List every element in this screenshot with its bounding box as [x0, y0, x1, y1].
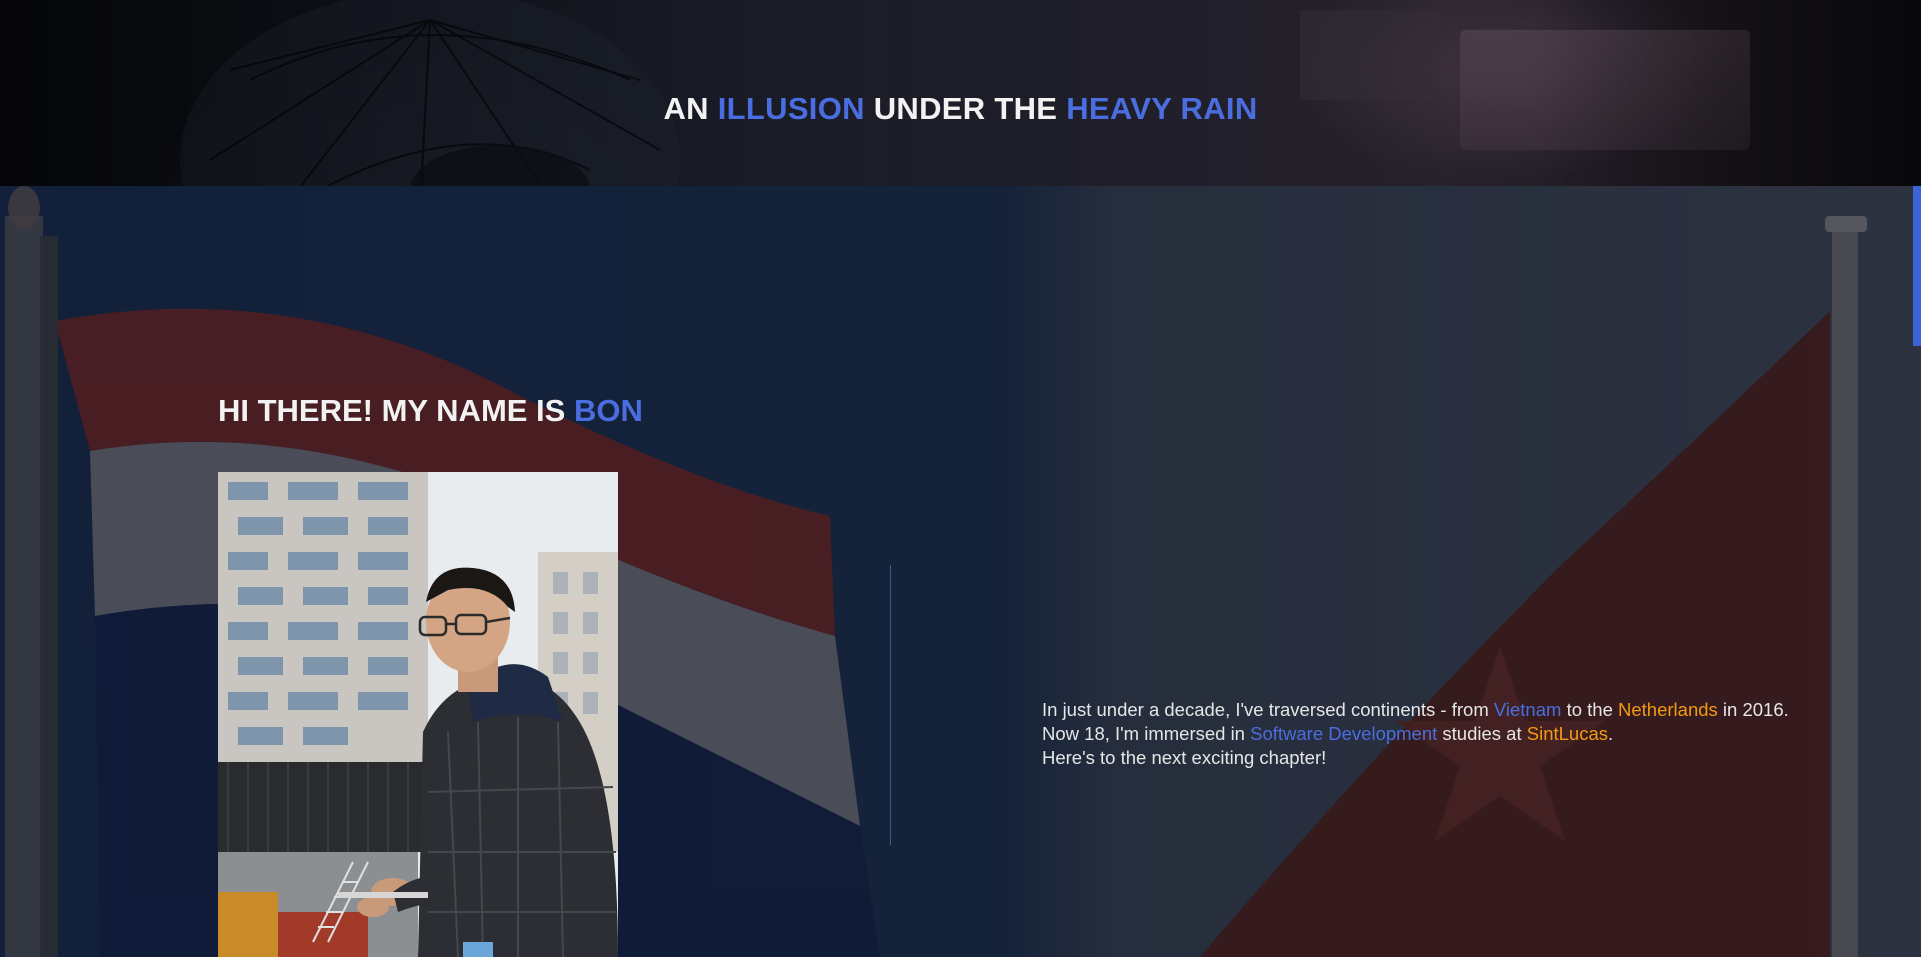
site-title: AN ILLUSION UNDER THE HEAVY RAIN [0, 91, 1921, 127]
vietnam-link[interactable]: Vietnam [1494, 699, 1562, 720]
bio-line-3: Here's to the next exciting chapter! [1042, 747, 1327, 768]
bio-text-segment: studies at [1437, 723, 1527, 744]
portrait-illustration [218, 472, 618, 957]
section-divider [890, 565, 891, 845]
intro-heading: HI THERE! MY NAME IS BON [218, 393, 643, 429]
software-development-link[interactable]: Software Development [1250, 723, 1437, 744]
intro-heading-name: BON [573, 393, 643, 428]
vietnam-flag-graphic [1200, 311, 1830, 957]
scrollbar-thumb[interactable] [1913, 186, 1921, 346]
bio-text-segment: Now 18, I'm immersed in [1042, 723, 1251, 744]
title-part-an: AN [663, 90, 718, 126]
title-part-heavy-rain: HEAVY RAIN [1066, 90, 1258, 126]
bio-text-segment: in 2016. [1717, 699, 1789, 720]
bio-text: In just under a decade, I've traversed c… [1042, 698, 1872, 770]
bio-line-2: Now 18, I'm immersed in Software Develop… [1042, 722, 1872, 746]
title-part-illusion: ILLUSION [717, 90, 865, 126]
bio-text-segment: to the [1561, 699, 1619, 720]
bio-line-1: In just under a decade, I've traversed c… [1042, 698, 1872, 722]
portrait-photo [218, 472, 618, 957]
netherlands-link[interactable]: Netherlands [1618, 699, 1718, 720]
title-part-under-the: UNDER THE [864, 90, 1067, 126]
sintlucas-link[interactable]: SintLucas [1527, 723, 1608, 744]
intro-heading-prefix: HI THERE! MY NAME IS [218, 393, 574, 428]
bio-text-segment: In just under a decade, I've traversed c… [1042, 699, 1494, 720]
bio-text-segment: . [1608, 723, 1614, 744]
header-banner: AN ILLUSION UNDER THE HEAVY RAIN [0, 0, 1921, 186]
